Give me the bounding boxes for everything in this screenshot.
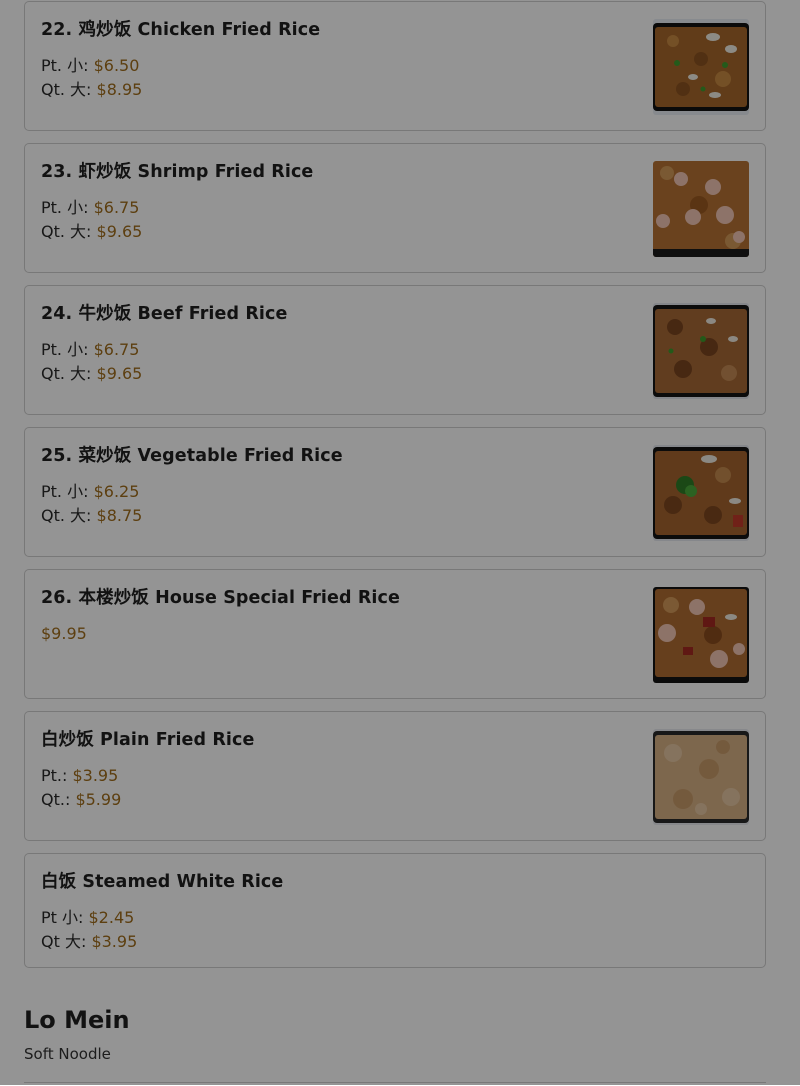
- modal-backdrop-overlay[interactable]: [0, 0, 800, 1085]
- menu-page: 22. 鸡炒饭 Chicken Fried Rice Pt. 小: $6.50 …: [0, 0, 800, 1085]
